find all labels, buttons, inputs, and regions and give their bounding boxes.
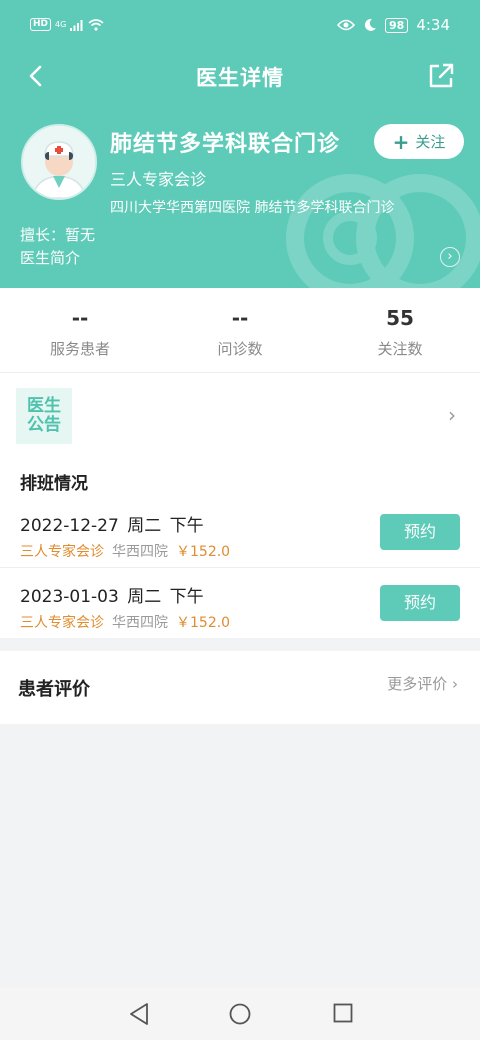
system-nav-bar bbox=[0, 988, 480, 1040]
notice-line2: 公告 bbox=[27, 415, 61, 435]
plus-icon: + bbox=[392, 129, 410, 154]
stat-value: -- bbox=[231, 306, 249, 330]
page-title: 医生详情 bbox=[196, 66, 284, 90]
status-left: HD 4G bbox=[30, 18, 104, 31]
more-reviews-label: 更多评价 bbox=[387, 675, 448, 693]
schedule-title: 排班情况 bbox=[20, 474, 88, 494]
consult-type: 三人专家会诊 bbox=[20, 544, 104, 560]
share-icon[interactable] bbox=[426, 61, 456, 91]
nav-bar: 医生详情 bbox=[0, 52, 480, 98]
doctor-name: 肺结节多学科联合门诊 bbox=[110, 132, 341, 157]
nav-back-icon[interactable] bbox=[128, 1002, 150, 1026]
reviews-title: 患者评价 bbox=[18, 679, 90, 700]
more-reviews-link[interactable]: 更多评价 › bbox=[387, 673, 458, 694]
eye-icon bbox=[337, 19, 355, 31]
schedule-date: 2023-01-03 周二 下午 bbox=[20, 587, 204, 607]
stat-value: -- bbox=[71, 306, 89, 330]
hospital-short: 华西四院 bbox=[112, 544, 168, 560]
hospital-short: 华西四院 bbox=[112, 615, 168, 631]
doctor-avatar bbox=[21, 124, 97, 200]
heart-watermark-icon bbox=[286, 174, 480, 288]
doctor-type: 三人专家会诊 bbox=[110, 170, 207, 189]
nav-recent-icon[interactable] bbox=[333, 1003, 353, 1023]
stat-label: 关注数 bbox=[377, 340, 423, 358]
price: ￥152.0 bbox=[176, 544, 231, 560]
stat-consultations: -- 问诊数 bbox=[160, 288, 320, 372]
status-bar: HD 4G 98 4:34 bbox=[0, 0, 480, 54]
schedule-details: 三人专家会诊 华西四院 ￥152.0 bbox=[20, 612, 230, 632]
doctor-notice-icon[interactable]: 医生 公告 bbox=[16, 388, 72, 444]
schedule-section: 医生 公告 › 排班情况 2022-12-27 周二 下午 三人专家会诊 华西四院… bbox=[0, 373, 480, 638]
chevron-right-icon[interactable]: › bbox=[448, 403, 456, 427]
status-right: 98 4:34 bbox=[337, 16, 450, 34]
stat-value: 55 bbox=[386, 306, 414, 330]
price: ￥152.0 bbox=[176, 615, 231, 631]
specialty-text: 擅长：暂无 bbox=[20, 226, 96, 244]
stat-patients: -- 服务患者 bbox=[0, 288, 160, 372]
schedule-row: 2023-01-03 周二 下午 三人专家会诊 华西四院 ￥152.0 预约 bbox=[0, 568, 480, 638]
chevron-right-icon[interactable]: › bbox=[440, 247, 460, 267]
schedule-details: 三人专家会诊 华西四院 ￥152.0 bbox=[20, 541, 230, 561]
stat-label: 问诊数 bbox=[217, 340, 263, 358]
follow-label: 关注 bbox=[415, 133, 446, 151]
stat-label: 服务患者 bbox=[49, 340, 110, 358]
clock: 4:34 bbox=[416, 16, 450, 34]
notice-line1: 医生 bbox=[27, 396, 61, 416]
battery-indicator: 98 bbox=[385, 17, 409, 33]
hd-badge: HD bbox=[30, 18, 52, 31]
signal-icon bbox=[70, 19, 83, 31]
follow-button[interactable]: + 关注 bbox=[374, 124, 464, 159]
moon-icon bbox=[364, 18, 376, 31]
stats-bar: -- 服务患者 -- 问诊数 55 关注数 bbox=[0, 288, 480, 373]
network-label: 4G bbox=[55, 19, 67, 29]
stat-followers: 55 关注数 bbox=[320, 288, 480, 372]
chevron-right-icon: › bbox=[452, 675, 458, 693]
book-button[interactable]: 预约 bbox=[380, 585, 460, 621]
nav-home-icon[interactable] bbox=[229, 1002, 251, 1026]
doctor-intro-link[interactable]: 医生简介 bbox=[20, 247, 80, 268]
schedule-row: 2022-12-27 周二 下午 三人专家会诊 华西四院 ￥152.0 预约 bbox=[0, 497, 480, 568]
hospital-department: 四川大学华西第四医院 肺结节多学科联合门诊 bbox=[110, 200, 395, 216]
consult-type: 三人专家会诊 bbox=[20, 615, 104, 631]
book-button[interactable]: 预约 bbox=[380, 514, 460, 550]
doctor-avatar-icon bbox=[23, 126, 95, 198]
wifi-icon bbox=[88, 18, 104, 31]
doctor-header: HD 4G 98 4:34 医生详情 肺结节多学科联合门诊 + 关注 三人专家会… bbox=[0, 0, 480, 288]
schedule-date: 2022-12-27 周二 下午 bbox=[20, 516, 204, 536]
reviews-section: 患者评价 更多评价 › bbox=[0, 651, 480, 724]
